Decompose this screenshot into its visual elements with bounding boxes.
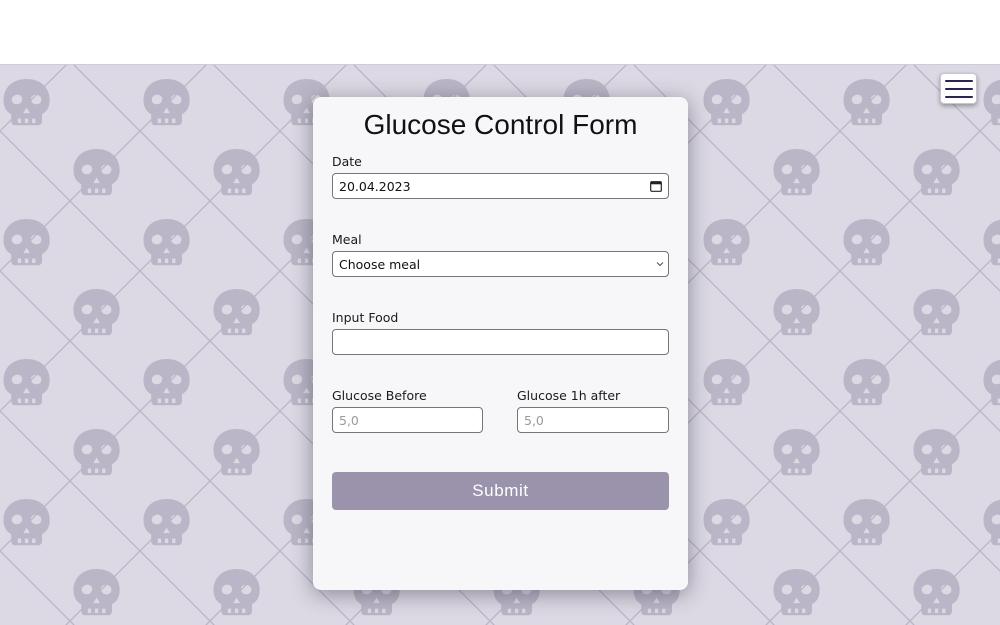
submit-button[interactable]: Submit xyxy=(332,472,669,510)
date-label: Date xyxy=(332,154,362,169)
meal-selected-value: Choose meal xyxy=(339,256,421,272)
hamburger-menu-icon-bar xyxy=(944,95,973,98)
date-input[interactable]: 20.04.2023 xyxy=(332,173,669,199)
calendar-icon[interactable] xyxy=(650,180,662,192)
glucose-form-card: Glucose Control Form Date 20.04.2023 Mea… xyxy=(313,97,688,590)
glucose-after-label: Glucose 1h after xyxy=(517,388,621,403)
chevron-down-icon xyxy=(656,262,664,267)
form-title: Glucose Control Form xyxy=(363,109,638,140)
meal-label: Meal xyxy=(332,232,362,247)
food-input[interactable] xyxy=(332,329,669,355)
hamburger-menu-button[interactable] xyxy=(940,73,977,104)
glucose-after-input[interactable]: 5,0 xyxy=(517,407,669,433)
glucose-before-placeholder: 5,0 xyxy=(339,412,359,428)
hamburger-menu-icon-bar xyxy=(944,87,973,90)
hamburger-menu-icon xyxy=(944,79,973,82)
glucose-before-input[interactable]: 5,0 xyxy=(332,407,483,433)
date-value: 20.04.2023 xyxy=(339,178,411,194)
glucose-after-placeholder: 5,0 xyxy=(524,412,544,428)
glucose-before-label: Glucose Before xyxy=(332,388,427,403)
top-band xyxy=(0,0,1000,64)
food-label: Input Food xyxy=(332,310,399,325)
meal-select[interactable]: Choose meal xyxy=(332,251,669,277)
